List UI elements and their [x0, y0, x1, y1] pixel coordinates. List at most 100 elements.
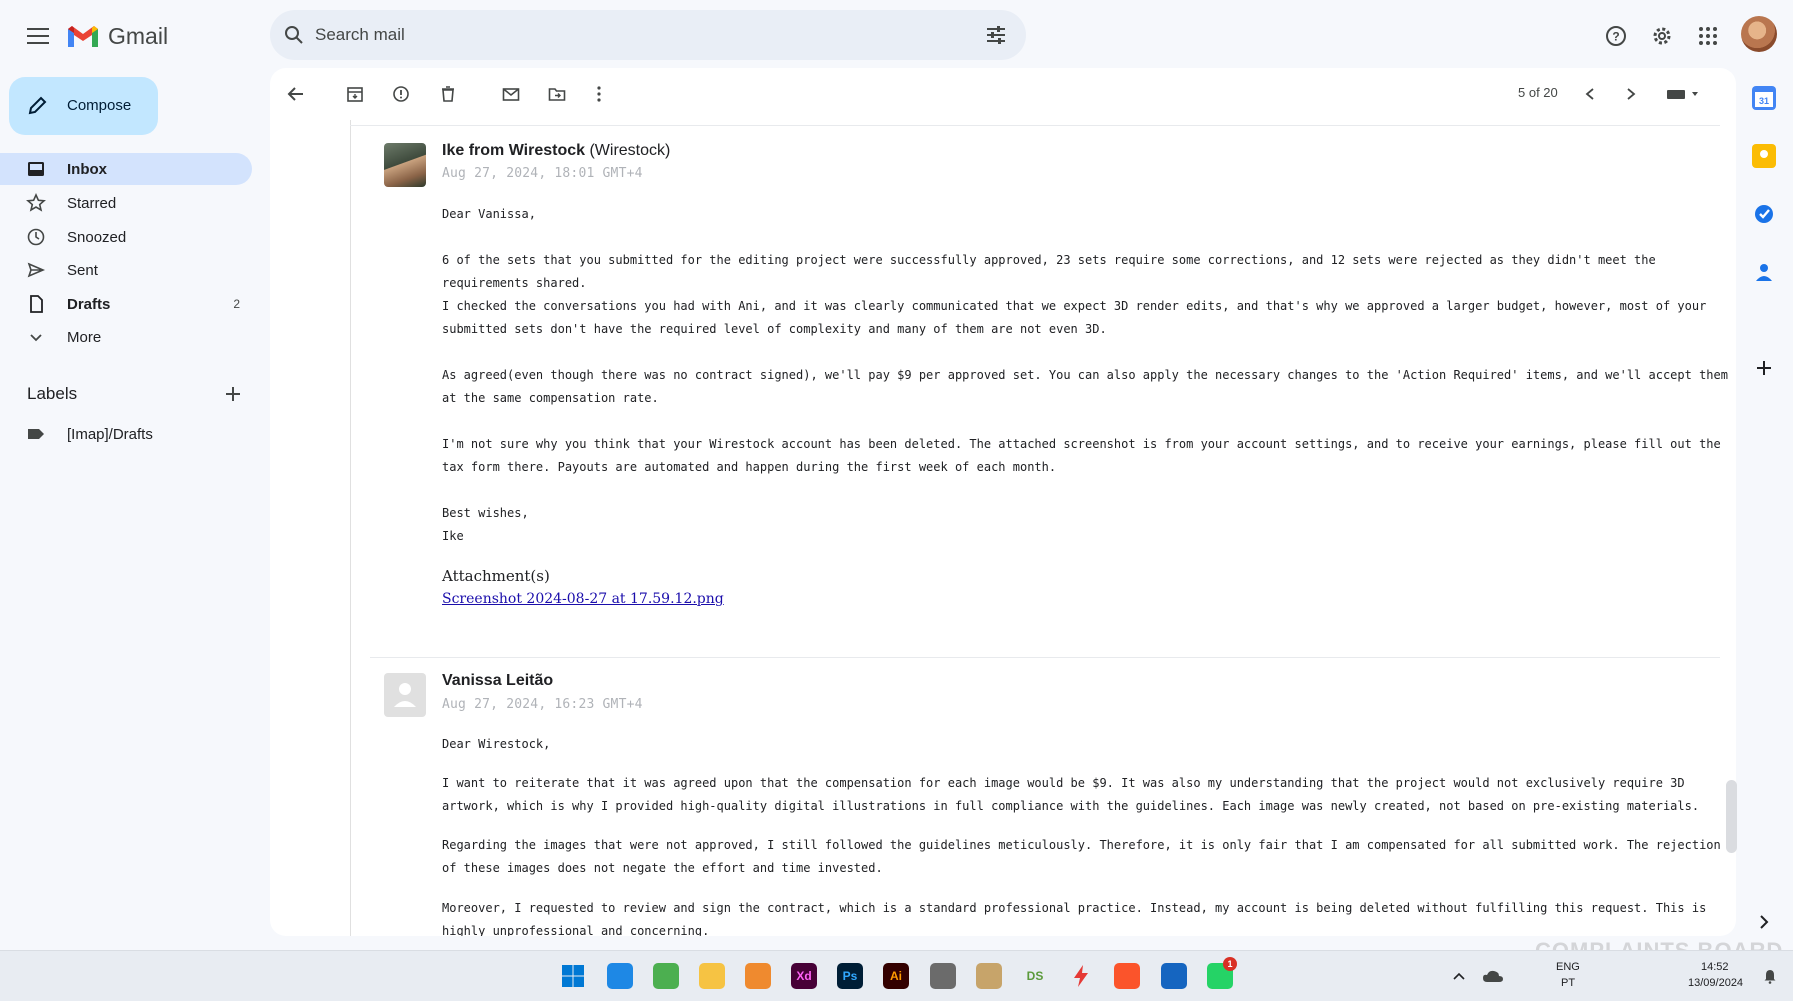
top-bar: Gmail Search mail ? — [0, 0, 1793, 72]
attachments-label: Attachment(s) — [442, 567, 550, 585]
nav-item-drafts[interactable]: Drafts 2 — [0, 288, 252, 320]
adobe-xd-icon[interactable]: Xd — [791, 963, 817, 989]
compose-button[interactable]: Compose — [9, 77, 158, 135]
svg-text:31: 31 — [1759, 96, 1769, 106]
account-avatar[interactable] — [1741, 16, 1777, 52]
nav-item-snoozed[interactable]: Snoozed — [0, 221, 252, 253]
app-icon-box[interactable] — [745, 963, 771, 989]
mark-unread-icon[interactable] — [495, 78, 527, 110]
photoshop-icon[interactable]: Ps — [837, 963, 863, 989]
help-icon[interactable]: ? — [1596, 16, 1636, 56]
label-item-imap-drafts[interactable]: [Imap]/Drafts — [0, 418, 252, 450]
nav-label: Drafts — [67, 296, 111, 313]
search-icon[interactable] — [284, 25, 304, 45]
sender-name[interactable]: Vanissa Leitão — [442, 672, 553, 690]
nav-label: Inbox — [67, 161, 107, 178]
apps-grid-icon[interactable] — [1688, 16, 1728, 56]
sender-org: (Wirestock) — [589, 142, 671, 159]
gmail-logo[interactable]: Gmail — [66, 18, 168, 54]
clock-date: 13/09/2024 — [1688, 977, 1744, 989]
move-to-folder-icon[interactable] — [541, 78, 573, 110]
pencil-icon — [28, 96, 47, 115]
whatsapp-icon[interactable]: 1 — [1207, 957, 1237, 989]
nav-label: Snoozed — [67, 229, 127, 246]
labels-heading: Labels — [27, 384, 78, 403]
newer-chevron-left-icon[interactable] — [1574, 78, 1606, 110]
brave-browser-icon[interactable] — [1114, 963, 1140, 989]
nav-label: Sent — [67, 262, 98, 279]
thread-indent-line — [350, 120, 351, 936]
message-paragraph: Best wishes, — [442, 506, 529, 520]
add-label-icon[interactable] — [213, 374, 253, 414]
sender-name[interactable]: Ike from Wirestock (Wirestock) — [442, 142, 670, 160]
sender-display-name: Ike from Wirestock — [442, 142, 586, 159]
nav-label: Starred — [67, 195, 117, 212]
onedrive-cloud-icon[interactable] — [1480, 963, 1506, 989]
archive-icon[interactable] — [339, 78, 371, 110]
message-toolbar: 5 of 20 — [270, 68, 1736, 120]
more-vert-icon[interactable] — [583, 78, 615, 110]
sender-display-name: Vanissa Leitão — [442, 672, 554, 689]
nav-label: More — [67, 329, 102, 346]
windows-start-icon[interactable] — [560, 963, 586, 989]
nav-item-inbox[interactable]: Inbox — [0, 153, 252, 185]
illustrator-icon[interactable]: Ai — [883, 963, 909, 989]
settings-gear-icon[interactable] — [1642, 16, 1682, 56]
message-paragraph: Moreover, I requested to review and sign… — [442, 901, 1707, 936]
older-chevron-right-icon[interactable] — [1615, 78, 1647, 110]
message-divider — [370, 657, 1720, 658]
app-icon-gray[interactable] — [930, 963, 956, 989]
main-menu-icon[interactable] — [18, 16, 58, 56]
tray-chevron-up-icon[interactable] — [1446, 963, 1472, 989]
message-scrollbar[interactable] — [1726, 780, 1737, 853]
nav-item-more[interactable]: More — [0, 321, 252, 353]
calendar-icon[interactable]: 31 — [1752, 86, 1776, 110]
attachment-link[interactable]: Screenshot 2024-08-27 at 17.59.12.png — [442, 591, 724, 607]
os-taskbar: Xd Ps Ai DS 1 ENG PT 14:52 13/09/2024 — [0, 950, 1793, 1001]
file-explorer-icon[interactable] — [699, 963, 725, 989]
clock-time[interactable]: 14:52 — [1701, 961, 1729, 973]
app-name: Gmail — [108, 22, 169, 49]
star-icon — [26, 193, 46, 212]
app-icon-blue[interactable] — [1161, 963, 1187, 989]
flash-app-icon[interactable] — [1068, 963, 1094, 989]
keep-notes-icon[interactable] — [1752, 144, 1776, 168]
send-icon — [27, 262, 46, 278]
sender-avatar-ike[interactable] — [384, 143, 426, 187]
app-icon-green[interactable] — [653, 963, 679, 989]
message-date: Aug 27, 2024, 16:23 GMT+4 — [442, 697, 643, 712]
message-paragraph: Ike — [442, 529, 464, 543]
notification-bell-icon[interactable] — [1757, 963, 1783, 989]
language-indicator[interactable]: ENG — [1556, 961, 1580, 973]
library-app-icon[interactable] — [976, 963, 1002, 989]
contacts-icon[interactable] — [1752, 260, 1776, 284]
language-sub: PT — [1561, 977, 1576, 989]
back-arrow-icon[interactable] — [280, 78, 312, 110]
sender-avatar-vanissa[interactable] — [384, 673, 426, 717]
message-paragraph: Regarding the images that were not appro… — [442, 838, 1721, 875]
report-spam-icon[interactable] — [385, 78, 417, 110]
side-panel: 31 — [1740, 72, 1793, 940]
get-addons-plus-icon[interactable] — [1752, 356, 1776, 380]
nav-item-starred[interactable]: Starred — [0, 187, 252, 219]
input-tools-keyboard-icon[interactable] — [1660, 78, 1706, 110]
label-name: [Imap]/Drafts — [67, 426, 153, 443]
inbox-icon — [28, 162, 44, 176]
search-bar[interactable]: Search mail — [270, 10, 1026, 60]
ds-app-icon[interactable]: DS — [1022, 963, 1048, 989]
store-app-icon[interactable] — [607, 963, 633, 989]
message-paragraph: I'm not sure why you think that your Wir… — [442, 437, 1721, 474]
expand-panel-chevron-icon[interactable] — [1752, 910, 1776, 934]
svg-text:?: ? — [1612, 30, 1619, 44]
message-paragraph: Dear Vanissa, — [442, 207, 536, 221]
tasks-icon[interactable] — [1752, 202, 1776, 226]
trash-icon[interactable] — [432, 78, 464, 110]
message-paragraph: I checked the conversations you had with… — [442, 299, 1707, 336]
file-icon — [30, 295, 43, 313]
search-input[interactable]: Search mail — [315, 25, 405, 45]
clock-icon — [27, 228, 45, 246]
whatsapp-badge: 1 — [1223, 957, 1237, 971]
nav-item-sent[interactable]: Sent — [0, 254, 252, 286]
message-paragraph: 6 of the sets that you submitted for the… — [442, 253, 1656, 290]
search-options-icon[interactable] — [986, 25, 1006, 45]
